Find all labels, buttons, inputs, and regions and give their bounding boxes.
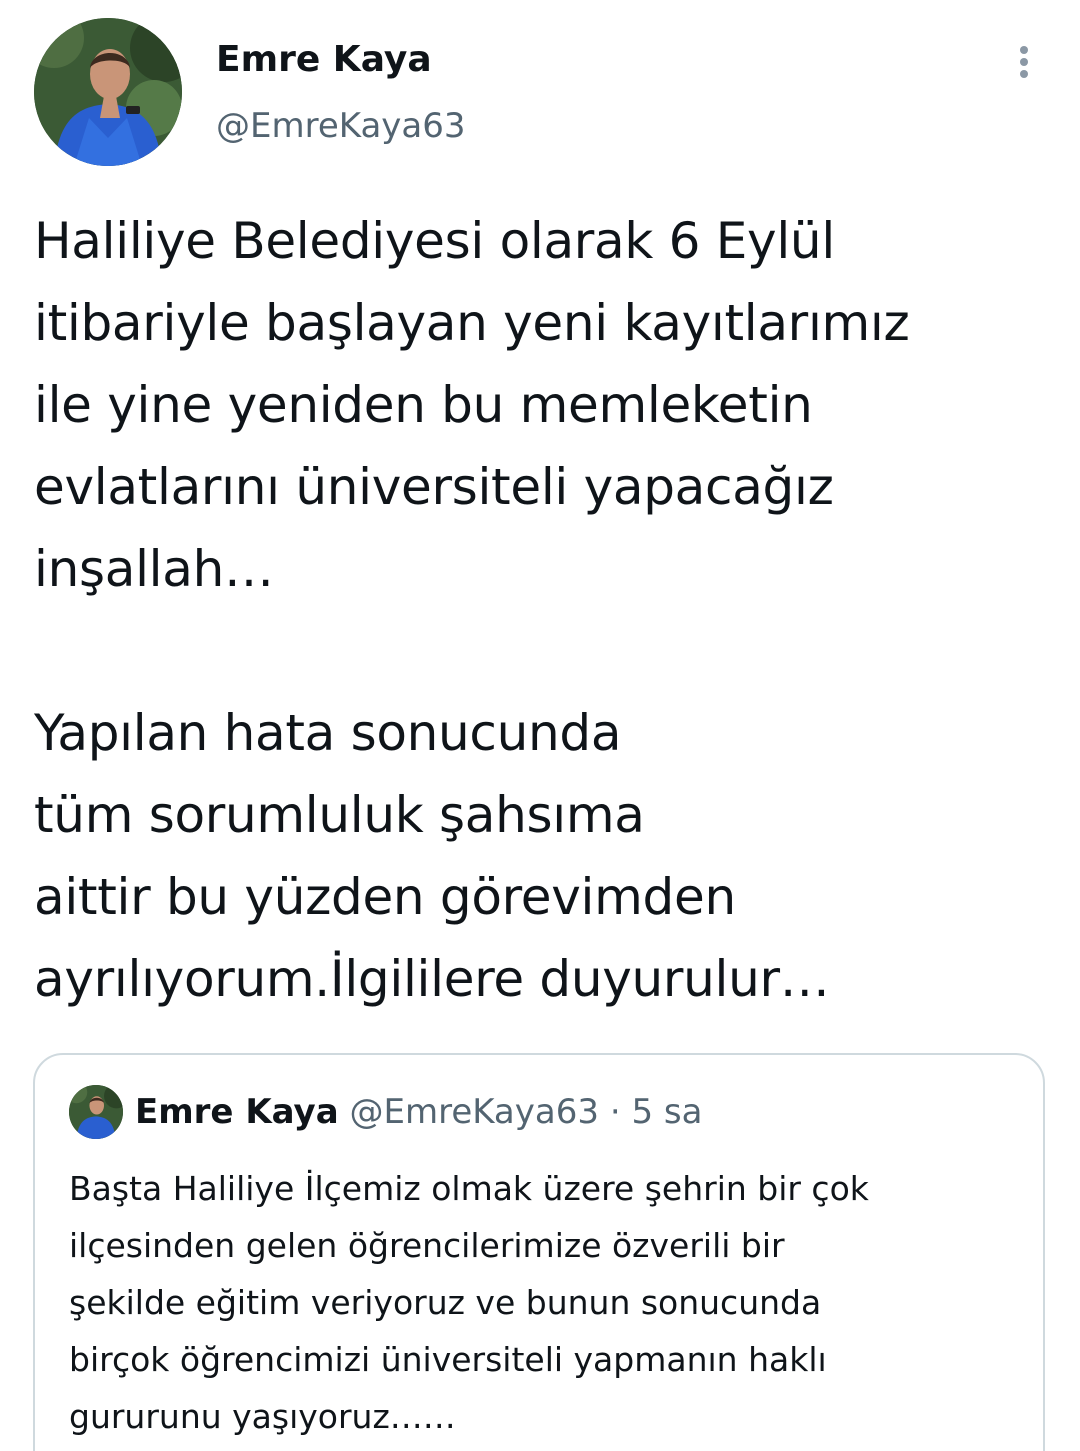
separator-dot: · — [609, 1092, 621, 1132]
quoted-tweet-text: Başta Haliliye İlçemiz olmak üzere şehri… — [69, 1169, 869, 1436]
quoted-author-avatar[interactable] — [69, 1085, 123, 1139]
more-icon-dot-2 — [1020, 58, 1028, 66]
more-options-button[interactable] — [1006, 40, 1042, 84]
more-icon-dot-3 — [1020, 70, 1028, 78]
quoted-author-name[interactable]: Emre Kaya — [135, 1092, 339, 1132]
quoted-author-handle[interactable]: @EmreKaya63 — [349, 1092, 599, 1132]
author-avatar[interactable] — [34, 18, 182, 166]
author-name[interactable]: Emre Kaya — [216, 38, 432, 82]
profile-photo-icon — [34, 18, 182, 166]
more-icon-dot-1 — [1020, 46, 1028, 54]
author-handle[interactable]: @EmreKaya63 — [216, 104, 466, 148]
tweet-text: Haliliye Belediyesi olarak 6 Eylül itiba… — [34, 212, 910, 1008]
quoted-tweet-header: Emre Kaya @EmreKaya63 · 5 sa — [135, 1089, 702, 1135]
quoted-tweet-time[interactable]: 5 sa — [631, 1092, 702, 1132]
profile-photo-icon — [69, 1085, 123, 1139]
quoted-tweet-card[interactable]: Emre Kaya @EmreKaya63 · 5 sa Başta Halil… — [33, 1053, 1045, 1451]
